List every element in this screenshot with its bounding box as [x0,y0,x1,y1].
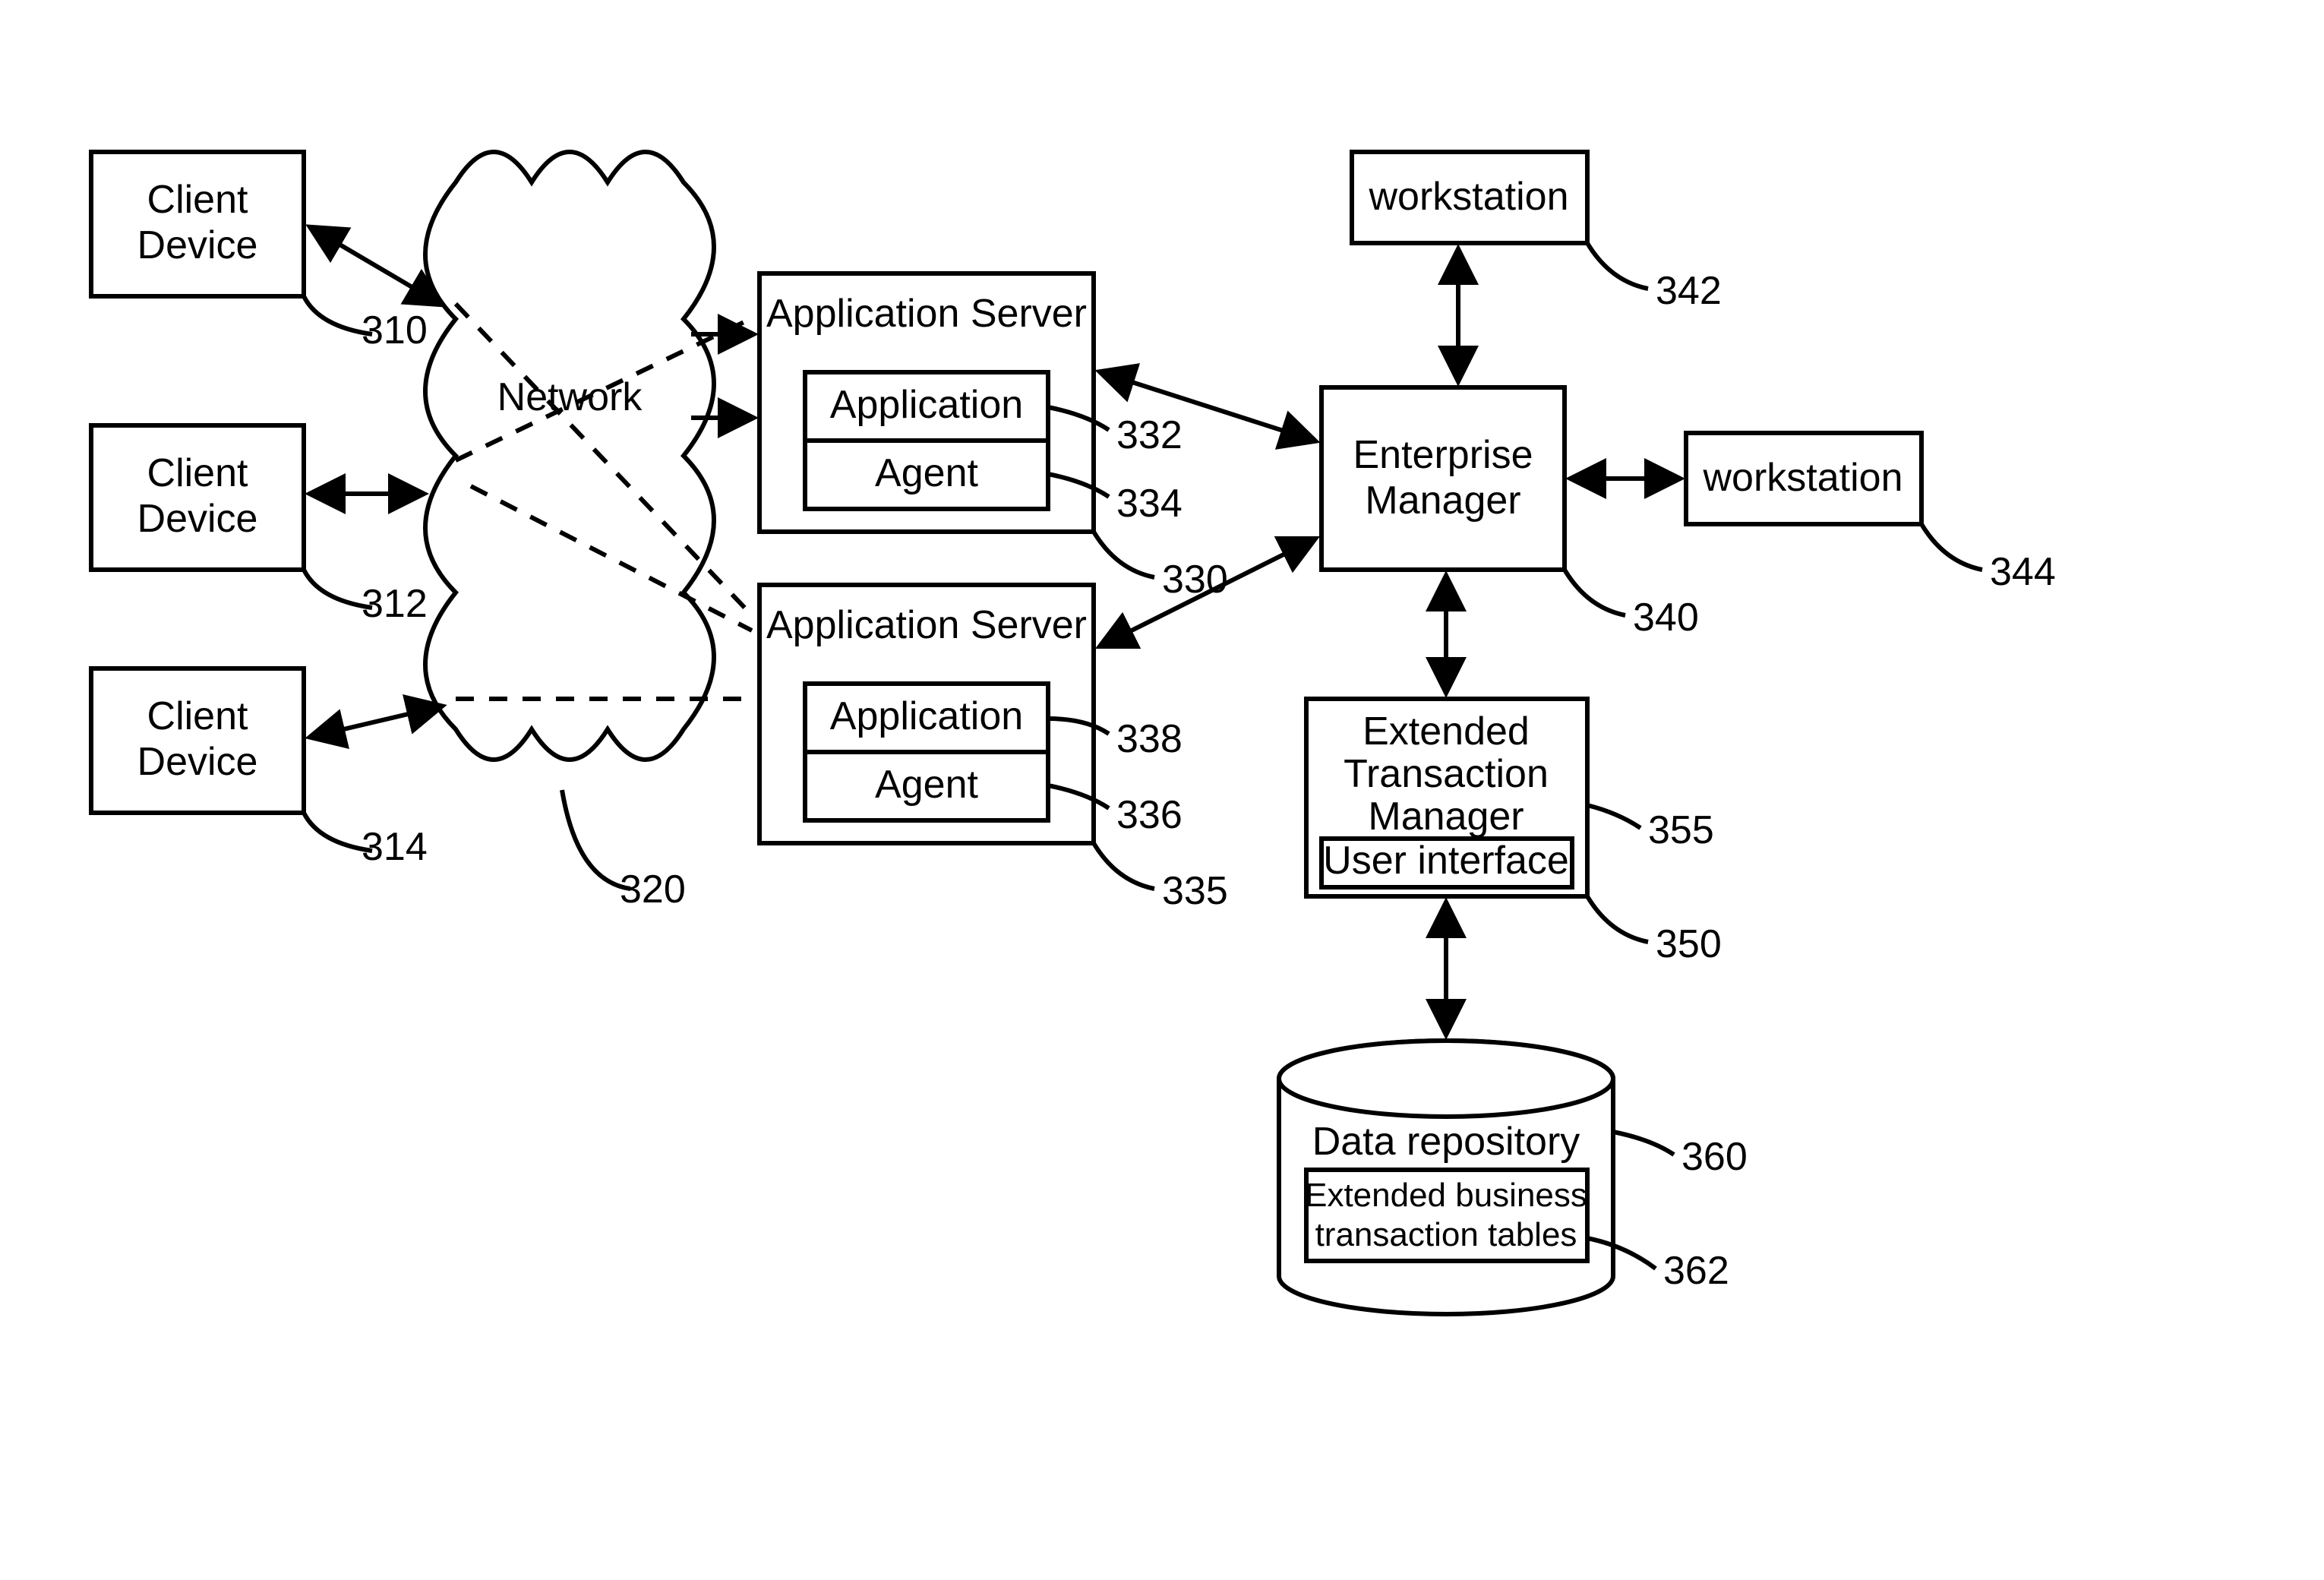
ui-label: User interface [1323,839,1569,883]
data-repository: Data repository Extended businesstransac… [1279,1041,1613,1314]
application-server-2: Application Server Application Agent [759,585,1094,843]
client-2-ref: 312 [362,582,428,626]
ws2-ref: 344 [1990,550,2056,594]
workstation-2: workstation [1686,433,1921,524]
agent1-ref: 334 [1116,482,1183,526]
client-device-3: ClientDevice [91,668,304,813]
tables-ref: 362 [1663,1249,1729,1293]
app2-label: Application [830,694,1023,738]
app2-ref: 338 [1116,717,1183,761]
architecture-diagram: ClientDevice 310 ClientDevice 312 Client… [0,0,2324,1580]
application-server-1: Application Server Application Agent [759,273,1094,532]
etm-label: ExtendedTransactionManager [1344,709,1549,839]
client-device-1: ClientDevice [91,152,304,296]
client-device-2: ClientDevice [91,425,304,570]
ws1-ref: 342 [1656,269,1722,313]
app1-label: Application [830,383,1023,427]
appserv2-label: Application Server [766,603,1087,647]
agent2-label: Agent [875,763,978,807]
ui-ref: 355 [1648,808,1714,852]
agent1-label: Agent [875,451,978,495]
extended-transaction-manager: ExtendedTransactionManager User interfac… [1306,699,1587,896]
client-3-ref: 314 [362,825,428,869]
repo-ref: 360 [1681,1135,1748,1179]
repo-label: Data repository [1312,1120,1580,1164]
ws1-label: workstation [1369,175,1569,219]
appserv1-label: Application Server [766,292,1087,336]
appserv2-ref: 335 [1162,869,1228,913]
network-ref: 320 [620,867,686,912]
etm-ref: 350 [1656,922,1722,966]
enterprise-manager: EnterpriseManager [1321,387,1565,570]
appserv1-ref: 330 [1162,558,1228,602]
client-1-ref: 310 [362,308,428,352]
entmgr-ref: 340 [1633,596,1699,640]
app1-ref: 332 [1116,413,1183,457]
workstation-1: workstation [1352,152,1587,243]
ws2-label: workstation [1703,456,1903,500]
agent2-ref: 336 [1116,793,1183,837]
